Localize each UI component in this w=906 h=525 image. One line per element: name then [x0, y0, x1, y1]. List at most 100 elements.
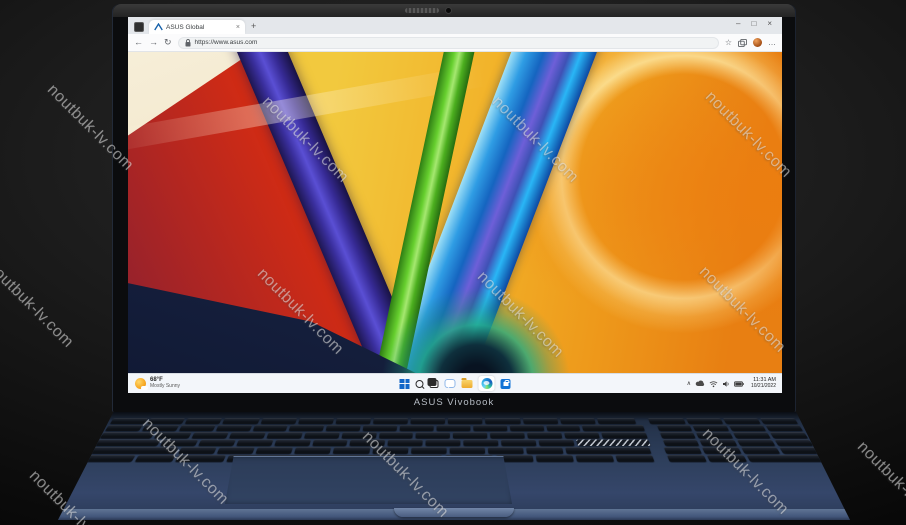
keyboard-key — [575, 455, 614, 462]
keyboard-key — [565, 447, 652, 454]
keyboard-key — [737, 440, 775, 446]
close-button[interactable]: × — [767, 20, 772, 28]
asus-logo-icon — [154, 23, 163, 31]
keyboard-key — [373, 418, 408, 424]
watermark-text: noutbuk-lv.com — [853, 438, 906, 525]
refresh-button[interactable]: ↻ — [164, 38, 172, 47]
keyboard-key — [523, 418, 558, 424]
keyboard-key — [198, 440, 235, 446]
keyboard-key — [411, 447, 447, 454]
forward-button[interactable]: → — [149, 38, 158, 47]
tab-close-icon[interactable]: × — [236, 24, 240, 31]
keyboard-key — [560, 418, 596, 424]
address-bar[interactable]: https://www.asus.com — [178, 37, 719, 49]
keyboard-key — [526, 447, 563, 454]
desktop-wallpaper — [128, 52, 782, 373]
keyboard-key — [723, 418, 761, 424]
keyboard-key — [582, 425, 644, 431]
webcam-icon — [445, 7, 452, 14]
keyboard-key — [488, 447, 524, 454]
lock-icon — [185, 39, 191, 47]
keyboard-row — [100, 432, 808, 438]
bezel-brand-label: ASUS Vivobook — [113, 393, 795, 412]
new-tab-button[interactable]: + — [251, 22, 256, 31]
edge-logo-icon — [481, 378, 492, 389]
top-bezel — [113, 4, 795, 17]
keyboard-key — [747, 455, 825, 462]
keyboard-key — [546, 425, 581, 431]
taskbar-clock[interactable]: 11:31 AM 10/21/2022 — [751, 377, 776, 389]
keyboard-key — [89, 447, 178, 454]
browser-toolbar: ← → ↻ https://www.asus.com ☆ — [128, 34, 782, 52]
keyboard-key — [379, 432, 414, 438]
keyboard-key — [84, 455, 136, 462]
browser-window: ASUS Global × + – □ × ← → ↻ — [128, 17, 782, 393]
keyboard-key — [372, 447, 408, 454]
keyboard-row — [89, 447, 819, 454]
back-button[interactable]: ← — [134, 38, 143, 47]
keyboard-key — [700, 440, 738, 446]
keyboard-key — [256, 447, 294, 454]
keyboard-key — [696, 432, 733, 438]
tab-title: ASUS Global — [166, 24, 233, 31]
keyboard-key — [509, 425, 543, 431]
favorites-star-icon[interactable]: ☆ — [725, 39, 732, 47]
battery-icon[interactable] — [734, 381, 744, 387]
keyboard-key — [388, 440, 423, 446]
keyboard-key — [154, 432, 191, 438]
keyboard-key — [729, 425, 766, 431]
search-icon[interactable] — [416, 380, 424, 388]
keyboard-key — [733, 432, 771, 438]
lid-lift-notch — [394, 508, 514, 517]
edge-browser-icon[interactable] — [479, 376, 495, 391]
hidden-icons-chevron[interactable]: ∧ — [687, 381, 691, 387]
task-view-icon[interactable] — [430, 380, 439, 388]
clock-date: 10/21/2022 — [751, 384, 776, 390]
microsoft-store-icon[interactable] — [501, 379, 511, 389]
collections-icon[interactable] — [738, 39, 747, 47]
system-tray: ∧ — [687, 377, 782, 389]
onedrive-cloud-icon[interactable] — [695, 380, 705, 387]
more-menu-icon[interactable]: … — [768, 39, 776, 47]
keyboard-key — [538, 440, 574, 446]
keyboard-key — [304, 432, 340, 438]
browser-tab-strip: ASUS Global × + – □ × — [128, 17, 782, 34]
keyboard-key — [326, 425, 361, 431]
keyboard-key — [770, 432, 808, 438]
keyboard-key — [707, 455, 747, 462]
keyboard-key — [175, 455, 226, 462]
keyboard-key — [312, 440, 348, 446]
speaker-icon[interactable] — [722, 380, 730, 388]
taskbar-center-icons — [400, 374, 511, 393]
weather-widget[interactable]: 68°F Mostly Sunny — [128, 377, 180, 390]
minimize-button[interactable]: – — [736, 20, 740, 28]
keyboard-key — [135, 455, 176, 462]
keyboard-key — [160, 440, 198, 446]
keyboard-key — [260, 418, 296, 424]
keyboard-key — [252, 425, 288, 431]
keyboard-key — [659, 432, 696, 438]
keyboard-key — [779, 447, 819, 454]
file-explorer-icon[interactable] — [462, 380, 473, 388]
start-button[interactable] — [400, 379, 410, 389]
weather-condition: Mostly Sunny — [150, 384, 180, 390]
keyboard-key — [490, 432, 525, 438]
keyboard-key — [341, 432, 376, 438]
keyboard-key — [192, 432, 229, 438]
keyboard-key — [105, 425, 142, 431]
keyboard-key — [333, 447, 370, 454]
keyboard-key — [453, 432, 487, 438]
keyboard-key — [411, 418, 446, 424]
profile-avatar[interactable] — [753, 38, 762, 47]
wifi-icon[interactable] — [709, 380, 718, 388]
keyboard-key — [536, 455, 574, 462]
laptop-screen: ASUS Global × + – □ × ← → ↻ — [128, 17, 782, 393]
maximize-button[interactable]: □ — [751, 20, 756, 28]
tab-actions-icon[interactable] — [134, 22, 144, 32]
keyboard-key — [741, 447, 780, 454]
browser-tab[interactable]: ASUS Global × — [149, 20, 245, 34]
keyboard-key — [702, 447, 741, 454]
keyboard-key — [664, 447, 702, 454]
keyboard-key — [693, 425, 730, 431]
chat-icon[interactable] — [445, 379, 456, 388]
